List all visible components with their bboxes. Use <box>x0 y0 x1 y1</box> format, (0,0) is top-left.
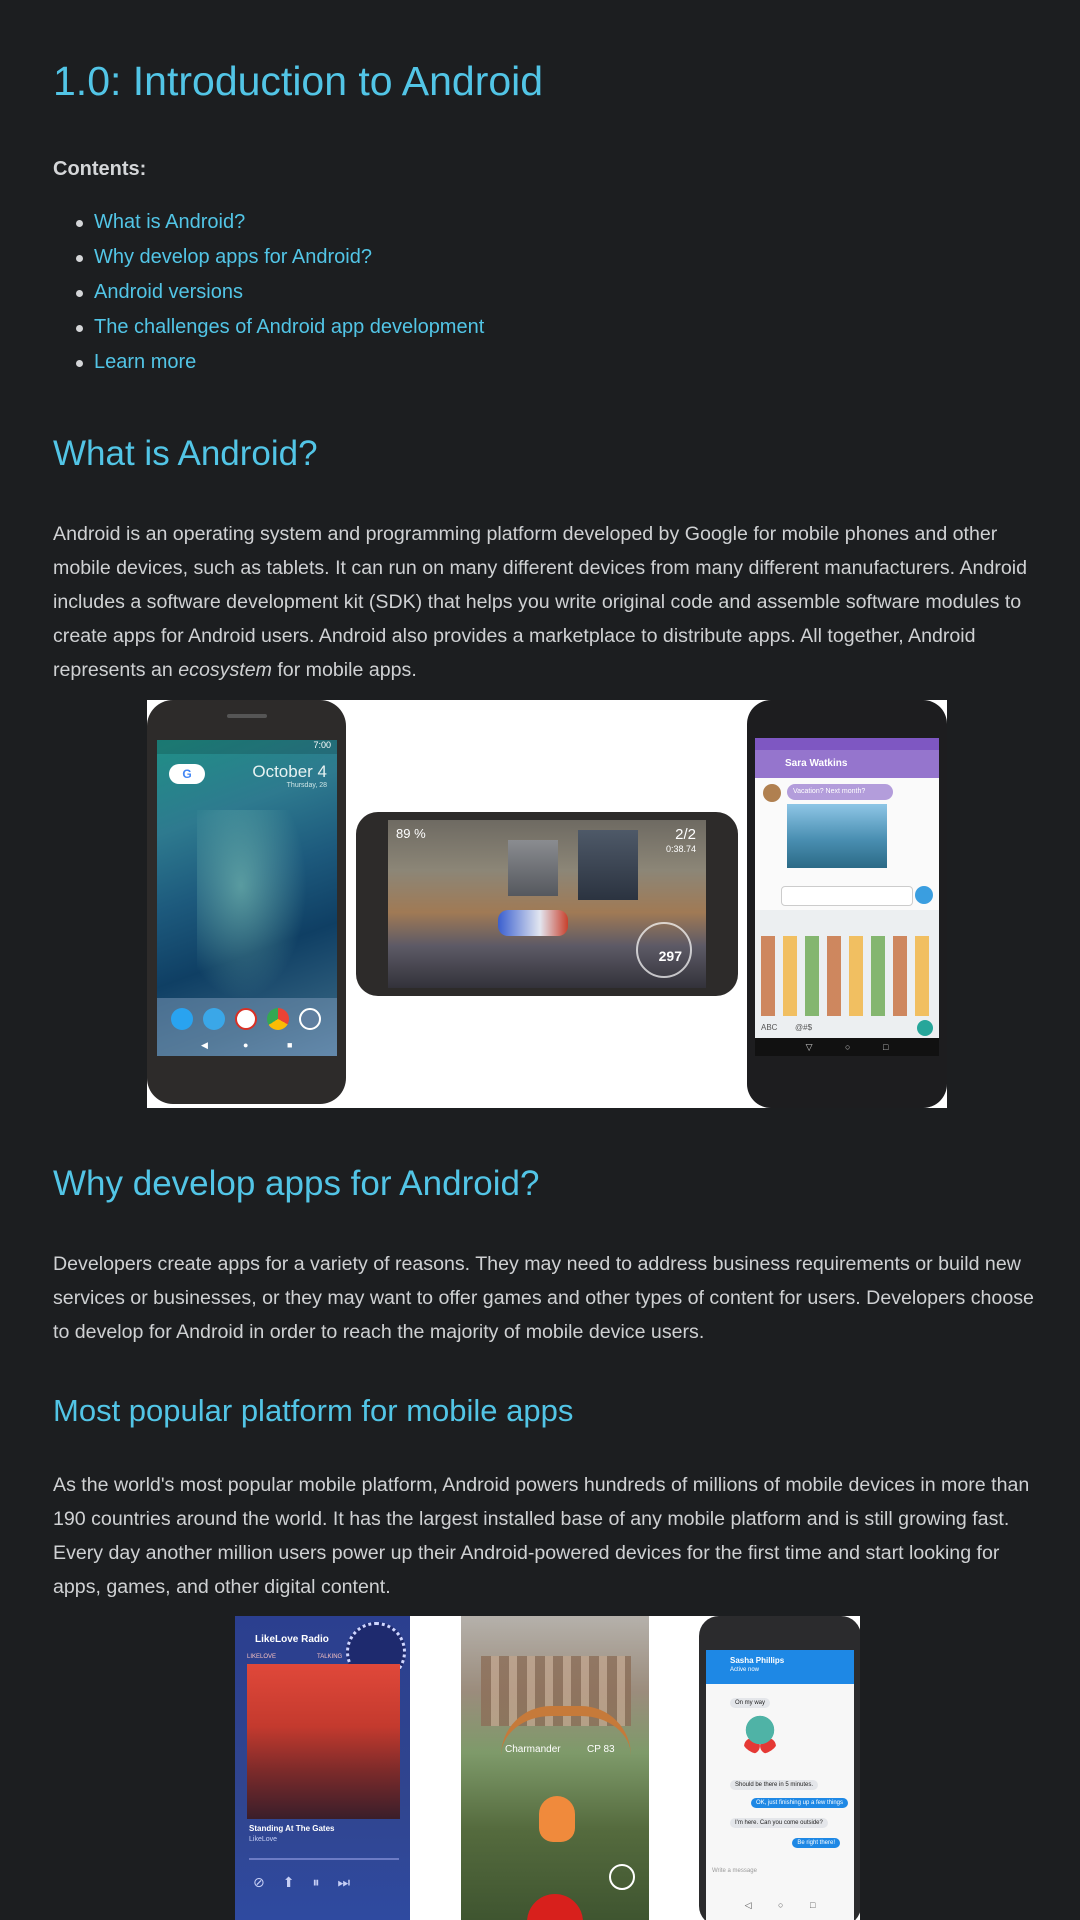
paragraph-what-is-android: Android is an operating system and progr… <box>53 517 1043 687</box>
gmail-app-icon <box>235 1008 257 1030</box>
toc-link-challenges[interactable]: The challenges of Android app developmen… <box>94 316 484 338</box>
toc-item: What is Android? <box>75 206 484 241</box>
toc-link-android-versions[interactable]: Android versions <box>94 281 243 303</box>
keyboard-abc-key: ABC <box>761 1023 778 1032</box>
game-lap: 2/2 <box>675 826 696 843</box>
heading-what-is-android: What is Android? <box>53 434 318 473</box>
chat-bubble: Be right there! <box>792 1838 840 1848</box>
game-speed: 297 <box>658 948 682 964</box>
album-art <box>247 1664 400 1819</box>
game-time: 0:38.74 <box>665 844 696 854</box>
toc-link-what-is-android[interactable]: What is Android? <box>94 211 245 233</box>
toc-item: Android versions <box>75 276 484 311</box>
radio-title: LikeLove Radio <box>255 1634 329 1645</box>
paragraph-text: Android is an operating system and progr… <box>53 523 1028 681</box>
contents-label: Contents: <box>53 158 147 180</box>
toc-link-learn-more[interactable]: Learn more <box>94 351 196 373</box>
avatar <box>763 784 781 802</box>
phone-app-icon <box>171 1008 193 1030</box>
page: 1.0: Introduction to Android Contents: W… <box>0 0 1080 1920</box>
phone-messaging: Sara Watkins Vacation? Next month? ABC @… <box>747 700 947 1108</box>
chat-bubble: OK, just finishing up a few things <box>750 1798 848 1808</box>
messaging-screen: Sara Watkins Vacation? Next month? ABC @… <box>755 738 939 1056</box>
toc-link-why-develop[interactable]: Why develop apps for Android? <box>94 246 372 268</box>
paragraph-emphasis: ecosystem <box>178 659 272 681</box>
racing-game-screen: 89 % 2/2 0:38.74 297 <box>388 820 706 988</box>
player-controls: ⊘⬆⏸⏭ <box>253 1874 369 1890</box>
chrome-app-icon <box>267 1008 289 1030</box>
capture-ball[interactable] <box>527 1894 583 1920</box>
android-apps-image: LikeLove Radio LIKELOVE TALKING Standing… <box>235 1616 860 1920</box>
chat-input: Write a message <box>712 1868 757 1874</box>
paragraph-why-develop: Developers create apps for a variety of … <box>53 1253 1034 1343</box>
radio-app-screen: LikeLove Radio LIKELOVE TALKING Standing… <box>235 1616 410 1920</box>
toc-item: Learn more <box>75 346 484 381</box>
nav-home-icon: ● <box>243 1040 249 1050</box>
nav-back-icon: ◀ <box>201 1040 208 1050</box>
radio-tab: TALKING <box>317 1654 343 1660</box>
toc-item: The challenges of Android app developmen… <box>75 311 484 346</box>
home-wallpaper: 7:00 G October 4 Thursday, 28 ◀ ● ■ <box>157 740 337 1056</box>
chat-bubble: I'm here. Can you come outside? <box>730 1818 828 1828</box>
chat-header: Sara Watkins <box>755 750 939 778</box>
chat-photo <box>787 804 887 868</box>
phone-home-screen: 7:00 G October 4 Thursday, 28 ◀ ● ■ <box>147 700 346 1104</box>
app-dock: ◀ ● ■ <box>157 998 337 1056</box>
ar-game-screen: Charmander CP 83 <box>461 1616 649 1920</box>
progress-bar <box>249 1858 399 1860</box>
android-devices-image: 7:00 G October 4 Thursday, 28 ◀ ● ■ 89 %… <box>147 700 947 1108</box>
status-bar <box>755 738 939 750</box>
song-title: Standing At The Gates <box>249 1824 335 1833</box>
song-artist: LikeLove <box>249 1836 278 1843</box>
paragraph-text-end: for mobile apps. <box>271 659 417 681</box>
heading-most-popular: Most popular platform for mobile apps <box>53 1393 574 1428</box>
chat-screen: Sasha Phillips Active now On my way Shou… <box>706 1650 854 1920</box>
message-input <box>781 886 913 906</box>
chat-bubble: Vacation? Next month? <box>787 784 893 800</box>
emoji-keyboard: ABC @#$ ▽ ○ □ <box>755 910 939 1056</box>
paragraph-most-popular: As the world's most popular mobile platf… <box>53 1474 1030 1598</box>
camera-icon[interactable] <box>609 1864 635 1890</box>
status-bar: 7:00 <box>157 740 337 754</box>
game-percentage: 89 % <box>396 826 426 841</box>
chat-contact-status: Active now <box>730 1667 760 1673</box>
chat-bubble: On my way <box>730 1698 771 1708</box>
send-icon <box>915 886 933 904</box>
table-of-contents: What is Android? Why develop apps for An… <box>53 206 484 381</box>
navigation-bar: ▽ ○ □ <box>755 1038 939 1056</box>
keyboard-enter-icon <box>917 1020 933 1036</box>
messages-app-icon <box>203 1008 225 1030</box>
chat-sticker <box>740 1714 780 1754</box>
radio-tab: LIKELOVE <box>247 1654 277 1660</box>
home-date: October 4 <box>252 762 327 781</box>
chat-header: Sasha Phillips Active now <box>706 1650 854 1684</box>
google-search-pill: G <box>169 764 205 784</box>
creature-cp: CP 83 <box>587 1744 615 1755</box>
creature <box>539 1796 575 1842</box>
keyboard-symbols-key: @#$ <box>795 1023 813 1032</box>
chat-contact-name: Sasha Phillips <box>730 1656 785 1665</box>
creature-name: Charmander <box>505 1744 561 1755</box>
page-title: 1.0: Introduction to Android <box>53 58 544 104</box>
home-date-sub: Thursday, 28 <box>286 782 327 789</box>
navigation-bar: ◁ ○ □ <box>744 1900 816 1910</box>
chat-bubble: Should be there in 5 minutes. <box>730 1780 819 1790</box>
nav-recent-icon: ■ <box>287 1040 293 1050</box>
heading-why-develop: Why develop apps for Android? <box>53 1164 540 1203</box>
toc-item: Why develop apps for Android? <box>75 241 484 276</box>
phone-racing-game: 89 % 2/2 0:38.74 297 <box>356 812 738 996</box>
phone-chat: Sasha Phillips Active now On my way Shou… <box>699 1616 860 1920</box>
camera-app-icon <box>299 1008 321 1030</box>
